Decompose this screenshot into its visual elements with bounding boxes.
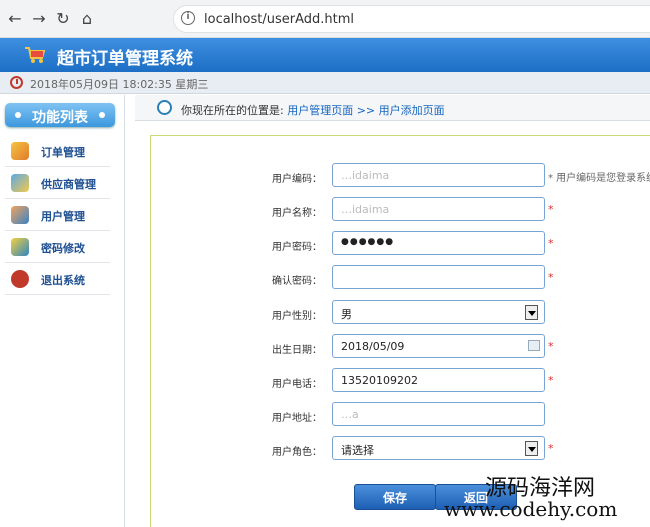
sidebar-item-providers[interactable]: 供应商管理 [5,167,110,199]
chevron-down-icon[interactable] [525,305,538,320]
usercode-hint: * 用户编码是您登录系统 [548,173,650,184]
field-label: 出生日期： [272,345,322,356]
sidebar-item-orders[interactable]: 订单管理 [5,135,110,167]
clock-icon [10,76,23,89]
required-mark: * [548,271,554,284]
browser-toolbar: ← → ↻ ⌂ i localhost/userAdd.html [0,0,650,38]
required-mark: * [548,203,554,216]
address-bar[interactable]: i localhost/userAdd.html [173,5,650,33]
birthday-value: 2018/05/09 [341,340,405,353]
field-label: 用户角色： [272,447,322,458]
field-label: 用户电话： [272,379,322,390]
sidebar-menu: 订单管理 供应商管理 用户管理 密码修改 退出系统 [5,135,110,295]
sidebar-item-label[interactable]: 订单管理 [41,144,85,160]
required-mark: * [548,374,554,387]
watermark-url: www.codehy.com [444,497,618,521]
cart-icon [25,47,46,63]
form-row-confirm: 确认密码： * [150,265,650,291]
sidebar-item-label[interactable]: 用户管理 [41,208,85,224]
reload-icon[interactable]: ↻ [52,8,74,30]
url-text[interactable]: localhost/userAdd.html [204,12,354,27]
form-row-address: 用户地址： …a [150,402,650,428]
field-label: 用户地址： [272,413,322,424]
form-row-birthday: 出生日期： 2018/05/09 * [150,334,650,360]
home-icon [157,100,172,115]
confirm-password-input[interactable] [332,265,545,289]
forward-icon[interactable]: → [28,8,50,30]
save-button[interactable]: 保存 [354,484,436,510]
app-title: 超市订单管理系统 [57,49,193,69]
address-input[interactable]: …a [332,402,545,426]
field-label: 用户编码： [272,174,322,185]
app-header: 超市订单管理系统 [0,38,650,72]
phone-input[interactable]: 13520109202 [332,368,545,392]
sidebar-item-users[interactable]: 用户管理 [5,199,110,231]
sidebar-header: 功能列表 [5,103,115,127]
calendar-icon[interactable] [528,340,540,351]
dot-icon [99,112,105,118]
chevron-down-icon[interactable] [525,441,538,456]
sidebar-item-password[interactable]: 密码修改 [5,231,110,263]
sidebar-item-label[interactable]: 密码修改 [41,240,85,256]
required-mark: * [548,340,554,353]
required-mark: * [548,237,554,250]
sidebar-item-exit[interactable]: 退出系统 [5,263,110,295]
user-icon [11,206,29,224]
sidebar: 功能列表 订单管理 供应商管理 用户管理 密码修改 退出系统 [0,95,125,527]
back-icon[interactable]: ← [4,8,26,30]
form-row-phone: 用户电话： 13520109202 * [150,368,650,394]
exit-icon [11,270,29,288]
password-input[interactable]: ●●●●●● [332,231,545,255]
role-value: 请选择 [341,444,374,457]
form-row-role: 用户角色： 请选择 * [150,436,650,462]
form-row-username: 用户名称： …idaima * [150,197,650,223]
order-icon [11,142,29,160]
form-panel [150,135,650,527]
form-row-password: 用户密码： ●●●●●● * [150,231,650,257]
field-label: 用户名称： [272,208,322,219]
info-icon[interactable]: i [181,11,195,25]
birthday-input[interactable]: 2018/05/09 [332,334,545,358]
usercode-input[interactable]: …idaima [332,163,545,187]
breadcrumb-path[interactable]: 用户管理页面 >> 用户添加页面 [287,104,444,117]
required-mark: * [548,442,554,455]
time-bar: 2018年05月09日 18:02:35 星期三 [0,72,650,94]
gender-value: 男 [341,308,352,321]
role-select[interactable]: 请选择 [332,436,545,460]
breadcrumb-prefix: 你现在所在的位置是: [181,104,284,117]
field-label: 用户密码： [272,242,322,253]
datetime: 2018年05月09日 18:02:35 星期三 [30,78,209,91]
sidebar-item-label[interactable]: 退出系统 [41,272,85,288]
password-icon [11,238,29,256]
home-icon[interactable]: ⌂ [76,8,98,30]
field-label: 用户性别： [272,311,322,322]
provider-icon [11,174,29,192]
form-row-usercode: 用户编码： …idaima * 用户编码是您登录系统 [150,163,650,189]
breadcrumb-text: 你现在所在的位置是: 用户管理页面 >> 用户添加页面 [181,102,445,118]
sidebar-title: 功能列表 [32,110,88,126]
username-input[interactable]: …idaima [332,197,545,221]
gender-select[interactable]: 男 [332,300,545,324]
form-row-gender: 用户性别： 男 [150,300,650,326]
breadcrumb: 你现在所在的位置是: 用户管理页面 >> 用户添加页面 [135,95,650,121]
sidebar-item-label[interactable]: 供应商管理 [41,176,96,192]
field-label: 确认密码： [272,276,322,287]
